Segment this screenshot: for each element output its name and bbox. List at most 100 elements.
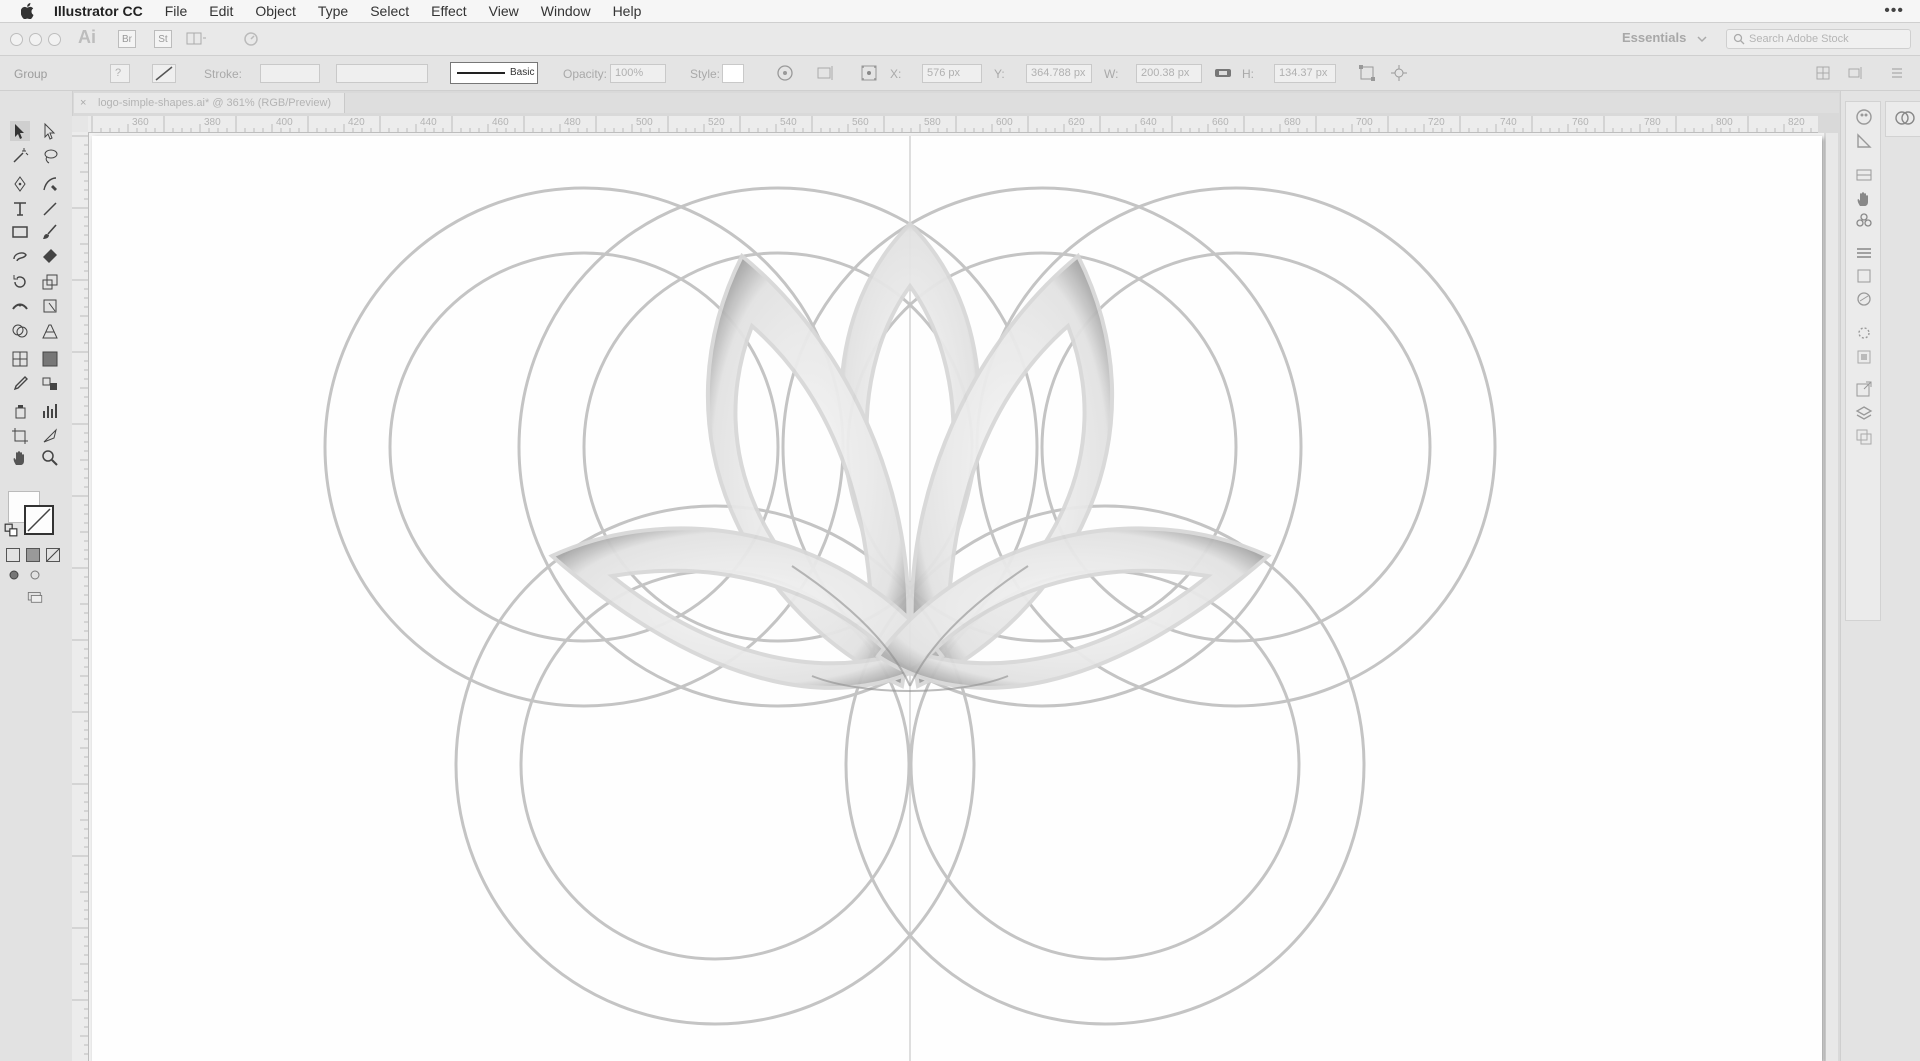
app-name-menu[interactable]: Illustrator CC	[54, 3, 143, 19]
free-transform-tool-icon[interactable]	[40, 296, 60, 316]
reference-point-icon[interactable]	[860, 64, 878, 82]
x-field[interactable]: 576 px	[922, 64, 982, 83]
stroke-label[interactable]: Stroke:	[204, 67, 242, 81]
arrange-icon[interactable]	[1814, 64, 1832, 82]
opacity-field[interactable]: 100%	[610, 64, 666, 83]
hand-tool-icon[interactable]	[10, 448, 30, 468]
vertical-scrollbar[interactable]	[1826, 133, 1838, 1061]
stroke-swatch[interactable]	[152, 64, 176, 83]
layers-icon[interactable]	[1855, 404, 1873, 422]
arrange-documents-icon[interactable]	[186, 30, 206, 48]
distribute-icon[interactable]	[1846, 64, 1864, 82]
vertical-ruler[interactable]	[72, 132, 89, 1061]
slice-tool-icon[interactable]	[40, 426, 60, 446]
appearance-icon[interactable]	[1855, 324, 1873, 342]
width-tool-icon[interactable]	[10, 296, 30, 316]
draw-behind-icon[interactable]	[28, 568, 42, 582]
lasso-tool-icon[interactable]	[40, 146, 60, 166]
none-mode-icon[interactable]	[46, 548, 60, 562]
gpu-performance-icon[interactable]	[240, 30, 258, 48]
brush-definition-dropdown[interactable]: Basic	[450, 62, 538, 84]
menu-file[interactable]: File	[165, 3, 188, 19]
gradient-icon[interactable]	[1855, 267, 1873, 285]
height-field[interactable]: 134.37 px	[1274, 64, 1336, 83]
constrain-proportions-icon[interactable]	[1214, 64, 1232, 82]
zoom-tool-icon[interactable]	[40, 448, 60, 468]
brushes-icon[interactable]	[1855, 190, 1873, 208]
draw-normal-icon[interactable]	[8, 568, 22, 582]
stroke-icon[interactable]	[1855, 244, 1873, 262]
artwork-canvas[interactable]	[92, 136, 1822, 1061]
blend-tool-icon[interactable]	[40, 374, 60, 394]
ruler-origin[interactable]	[72, 116, 89, 133]
color-icon[interactable]	[1855, 108, 1873, 126]
y-field[interactable]: 364.788 px	[1026, 64, 1092, 83]
artboards-icon[interactable]	[1855, 428, 1873, 446]
selection-tool-icon[interactable]	[10, 121, 30, 141]
recolor-artwork-icon[interactable]	[776, 64, 794, 82]
search-stock-input[interactable]: Search Adobe Stock	[1726, 29, 1911, 49]
shaper-tool-icon[interactable]	[10, 246, 30, 266]
magic-wand-tool-icon[interactable]	[10, 146, 30, 166]
menu-object[interactable]: Object	[255, 3, 295, 19]
horizontal-ruler[interactable]: 360 380 400 420 440 460 480 500 520 540 …	[88, 116, 1818, 133]
artboard-tool-icon[interactable]	[10, 426, 30, 446]
default-colors-icon[interactable]	[4, 523, 18, 537]
panel-menu-icon[interactable]	[1888, 64, 1906, 82]
align-icon[interactable]	[816, 64, 834, 82]
symbols-icon[interactable]	[1855, 212, 1873, 230]
zoom-window-button[interactable]	[48, 33, 61, 46]
isolate-group-icon[interactable]	[1390, 64, 1408, 82]
gradient-mode-icon[interactable]	[26, 548, 40, 562]
menu-edit[interactable]: Edit	[209, 3, 233, 19]
column-graph-tool-icon[interactable]	[40, 401, 60, 421]
type-tool-icon[interactable]	[10, 199, 30, 219]
direct-selection-tool-icon[interactable]	[40, 121, 60, 141]
minimize-window-button[interactable]	[29, 33, 42, 46]
fill-swatch[interactable]: ?	[110, 64, 130, 83]
graphic-style-swatch[interactable]	[722, 64, 744, 83]
shape-builder-tool-icon[interactable]	[10, 321, 30, 341]
opacity-label[interactable]: Opacity:	[563, 67, 607, 81]
line-tool-icon[interactable]	[40, 199, 60, 219]
artboard[interactable]	[92, 136, 1822, 1061]
perspective-grid-tool-icon[interactable]	[40, 321, 60, 341]
color-guide-icon[interactable]	[1855, 132, 1873, 150]
transform-icon[interactable]	[1358, 64, 1376, 82]
menu-type[interactable]: Type	[318, 3, 348, 19]
transparency-icon[interactable]	[1855, 290, 1873, 308]
menu-effect[interactable]: Effect	[431, 3, 467, 19]
variable-width-profile[interactable]	[336, 64, 428, 83]
menu-view[interactable]: View	[489, 3, 519, 19]
gradient-tool-icon[interactable]	[40, 349, 60, 369]
eyedropper-tool-icon[interactable]	[10, 374, 30, 394]
screen-mode-icon[interactable]	[22, 589, 48, 605]
eraser-tool-icon[interactable]	[40, 246, 60, 266]
asset-export-icon[interactable]	[1855, 380, 1873, 398]
pen-tool-icon[interactable]	[10, 174, 30, 194]
document-tab[interactable]: × logo-simple-shapes.ai* @ 361% (RGB/Pre…	[74, 93, 345, 113]
close-document-icon[interactable]: ×	[80, 93, 86, 113]
stroke-color-box[interactable]	[24, 505, 54, 535]
bridge-button[interactable]: Br	[118, 30, 136, 48]
libraries-icon[interactable]	[1895, 109, 1915, 127]
rectangle-tool-icon[interactable]	[10, 222, 30, 242]
stock-button[interactable]: St	[154, 30, 172, 48]
menu-select[interactable]: Select	[370, 3, 409, 19]
curvature-tool-icon[interactable]	[40, 174, 60, 194]
paintbrush-tool-icon[interactable]	[40, 222, 60, 242]
stroke-weight-field[interactable]	[260, 64, 320, 83]
symbol-sprayer-tool-icon[interactable]	[10, 401, 30, 421]
scale-tool-icon[interactable]	[40, 272, 60, 292]
swatches-icon[interactable]	[1855, 166, 1873, 184]
menu-help[interactable]: Help	[613, 3, 642, 19]
color-mode-icon[interactable]	[6, 548, 20, 562]
menu-window[interactable]: Window	[541, 3, 591, 19]
close-window-button[interactable]	[10, 33, 23, 46]
rotate-tool-icon[interactable]	[10, 272, 30, 292]
apple-menu-icon[interactable]	[18, 3, 38, 19]
width-field[interactable]: 200.38 px	[1136, 64, 1202, 83]
workspace-switcher[interactable]: Essentials	[1622, 30, 1686, 45]
graphic-styles-icon[interactable]	[1855, 348, 1873, 366]
menu-extras-icon[interactable]: •••	[1884, 2, 1904, 20]
